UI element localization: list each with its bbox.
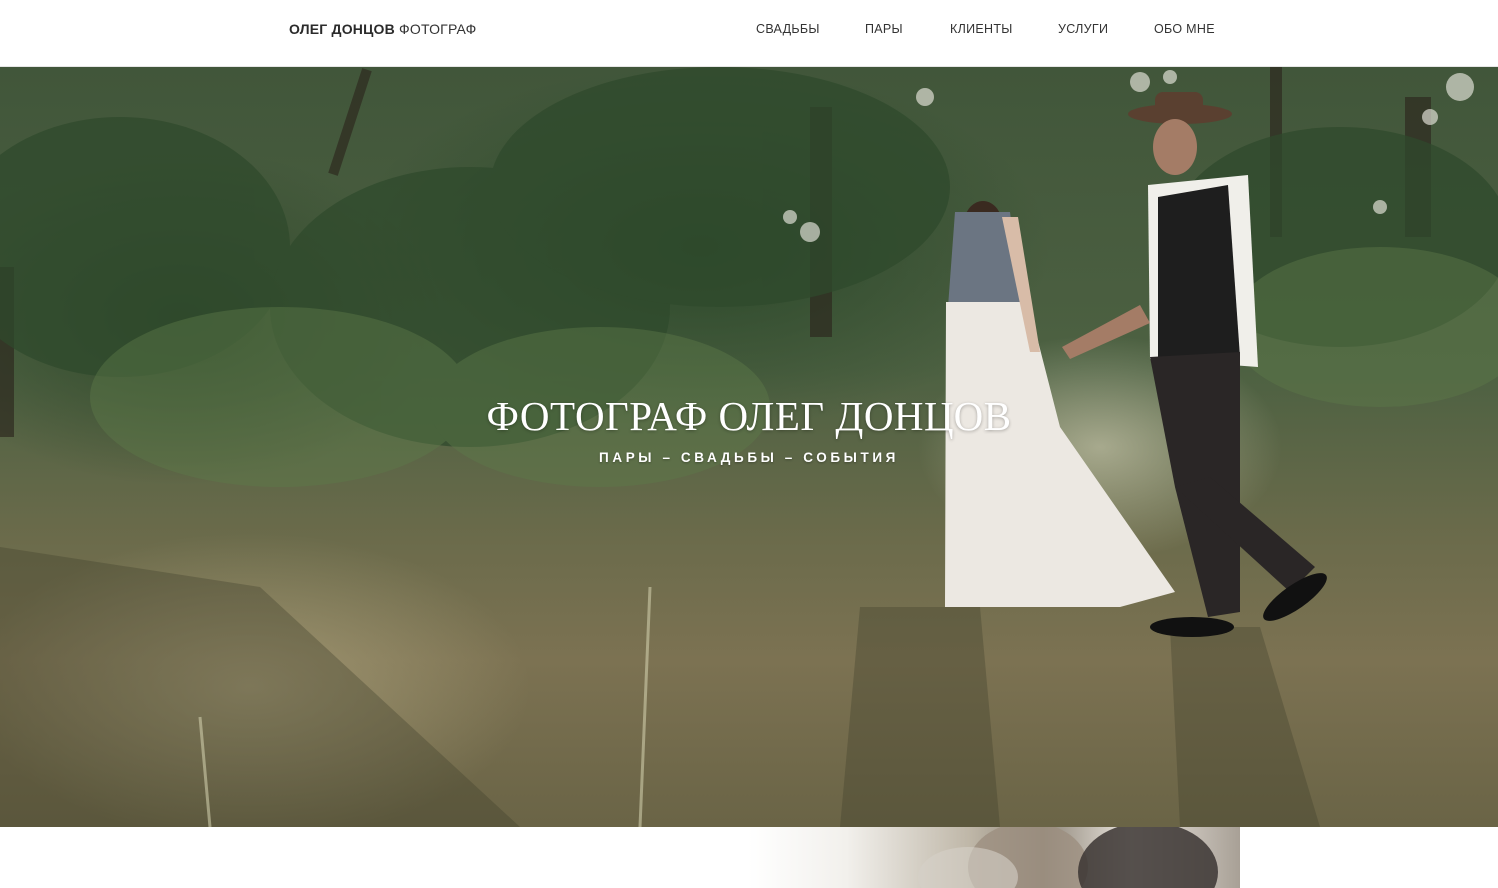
main-nav: СВАДЬБЫ ПАРЫ КЛИЕНТЫ УСЛУГИ ОБО МНЕ [0, 22, 1498, 42]
nav-link-clients[interactable]: КЛИЕНТЫ [950, 22, 1013, 36]
portrait-photo [918, 827, 1218, 888]
hero-text: ФОТОГРАФ ОЛЕГ ДОНЦОВ ПАРЫ – СВАДЬБЫ – СО… [0, 392, 1498, 465]
hero-title: ФОТОГРАФ ОЛЕГ ДОНЦОВ [486, 393, 1012, 439]
nav-link-couples[interactable]: ПАРЫ [865, 22, 903, 36]
nav-link-services[interactable]: УСЛУГИ [1058, 22, 1108, 36]
site-header: ОЛЕГ ДОНЦОВ ФОТОГРАФ СВАДЬБЫ ПАРЫ КЛИЕНТ… [0, 0, 1498, 67]
portrait-photo-preview[interactable] [748, 827, 1240, 888]
nav-link-weddings[interactable]: СВАДЬБЫ [756, 22, 820, 36]
hero-banner: ФОТОГРАФ ОЛЕГ ДОНЦОВ ПАРЫ – СВАДЬБЫ – СО… [0, 67, 1498, 827]
nav-link-about[interactable]: ОБО МНЕ [1154, 22, 1215, 36]
hero-subtitle: ПАРЫ – СВАДЬБЫ – СОБЫТИЯ [599, 450, 899, 465]
